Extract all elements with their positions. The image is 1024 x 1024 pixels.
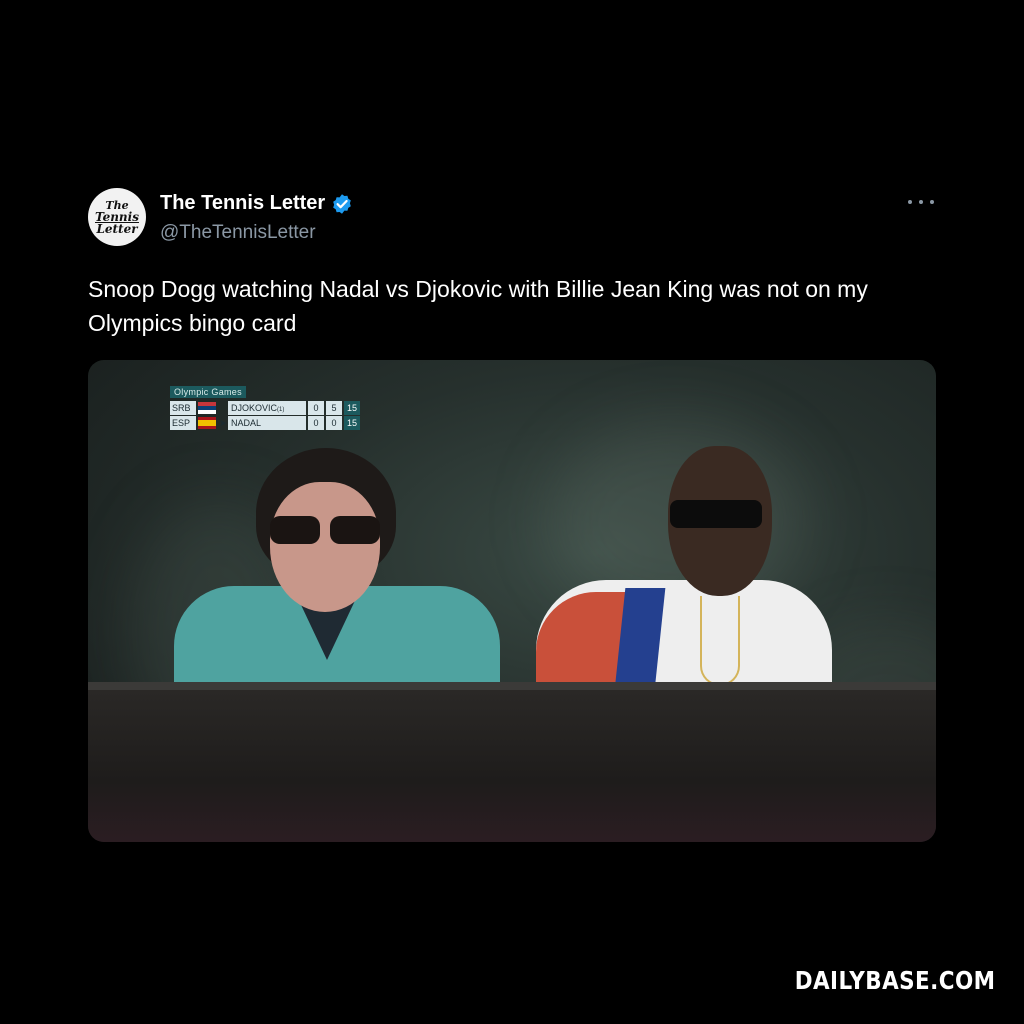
- spectator-left-face: [270, 482, 380, 612]
- scoreboard-row: ESP ➤ NADAL 0 0 15: [170, 416, 378, 430]
- scoreboard-title: Olympic Games: [170, 386, 246, 398]
- serbia-flag-icon: [198, 402, 216, 414]
- player-name: NADAL: [228, 416, 306, 430]
- player-name: DJOKOVIC(1): [228, 401, 306, 415]
- more-horizontal-icon[interactable]: [908, 195, 934, 209]
- sets-score: 0: [308, 401, 324, 415]
- tweet-text: Snoop Dogg watching Nadal vs Djokovic wi…: [88, 276, 868, 336]
- country-code: ESP: [170, 416, 196, 430]
- scoreboard-overlay: Olympic Games SRB DJOKOVIC(1) 0 5 15 ESP…: [170, 382, 378, 430]
- country-code: SRB: [170, 401, 196, 415]
- serve-indicator: ➤: [219, 417, 227, 428]
- profile-avatar[interactable]: The Tennis Letter: [88, 188, 146, 246]
- avatar-logo-line-1: The: [105, 198, 129, 212]
- points-score: 15: [344, 401, 360, 415]
- spectator-left-sunglasses: [270, 516, 380, 546]
- verified-badge-icon: [333, 193, 352, 214]
- avatar-logo-line-3: Letter: [96, 221, 138, 236]
- avatar-logo-line-2: Tennis: [95, 209, 139, 224]
- spectator-right-chain: [700, 596, 740, 686]
- viewing-box-wall: [88, 690, 936, 842]
- points-score: 15: [344, 416, 360, 430]
- spectator-right-sunglasses: [670, 500, 762, 528]
- tweet-media-image[interactable]: Olympic Games SRB DJOKOVIC(1) 0 5 15 ESP…: [88, 360, 936, 842]
- spain-flag-icon: [198, 417, 216, 429]
- games-score: 0: [326, 416, 342, 430]
- author-name-row[interactable]: The Tennis Letter: [160, 192, 353, 215]
- scoreboard-row: SRB DJOKOVIC(1) 0 5 15: [170, 401, 378, 415]
- post-canvas: The Tennis Letter The Tennis Letter @The…: [0, 0, 1024, 1024]
- sets-score: 0: [308, 416, 324, 430]
- site-watermark: DAILYBASE.COM: [795, 966, 996, 995]
- author-handle[interactable]: @TheTennisLetter: [160, 222, 316, 244]
- author-display-name[interactable]: The Tennis Letter: [160, 192, 325, 215]
- games-score: 5: [326, 401, 342, 415]
